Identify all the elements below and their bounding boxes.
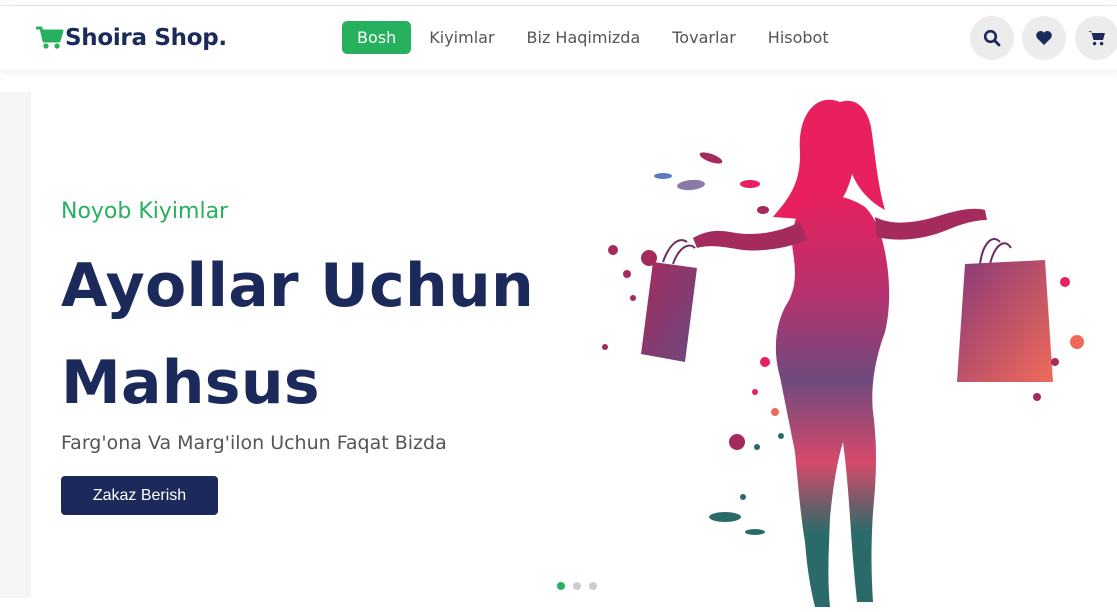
nav-item-biz-haqimizda[interactable]: Biz Haqimizda	[511, 21, 657, 54]
cart-icon	[1088, 31, 1105, 46]
woman-with-shopping-bags-illustration	[602, 99, 1084, 607]
carousel-dot-3[interactable]	[589, 582, 597, 590]
cart-button[interactable]	[1075, 16, 1117, 60]
hero-headline: Ayollar Uchun Mahsus	[61, 251, 535, 418]
nav-item-tovarlar[interactable]: Tovarlar	[656, 21, 752, 54]
nav-item-kiyimlar[interactable]: Kiyimlar	[413, 21, 510, 54]
navbar: Shoira Shop. Bosh Kiyimlar Biz Haqimizda…	[0, 6, 1117, 70]
cart-icon	[36, 26, 64, 49]
search-button[interactable]	[970, 16, 1014, 60]
hero-carousel: Noyob Kiyimlar Ayollar Uchun Mahsus Farg…	[0, 92, 1117, 612]
wishlist-button[interactable]	[1022, 16, 1066, 60]
hero-eyebrow: Noyob Kiyimlar	[61, 199, 229, 224]
nav-item-hisobot[interactable]: Hisobot	[752, 21, 845, 54]
search-icon	[983, 29, 1001, 47]
brand-logo[interactable]: Shoira Shop.	[36, 22, 227, 54]
hero-subtext: Farg'ona Va Marg'ilon Uchun Faqat Bizda	[61, 432, 447, 454]
carousel-dots	[557, 582, 605, 590]
carousel-dot-2[interactable]	[573, 582, 581, 590]
heart-icon	[1036, 30, 1052, 45]
brand-name: Shoira Shop.	[65, 25, 227, 51]
nav-item-bosh[interactable]: Bosh	[342, 21, 412, 54]
hero-side-panel	[0, 92, 31, 598]
main-nav: Bosh Kiyimlar Biz Haqimizda Tovarlar His…	[342, 21, 845, 54]
order-button[interactable]: Zakaz Berish	[61, 476, 218, 515]
carousel-dot-1[interactable]	[557, 582, 565, 590]
